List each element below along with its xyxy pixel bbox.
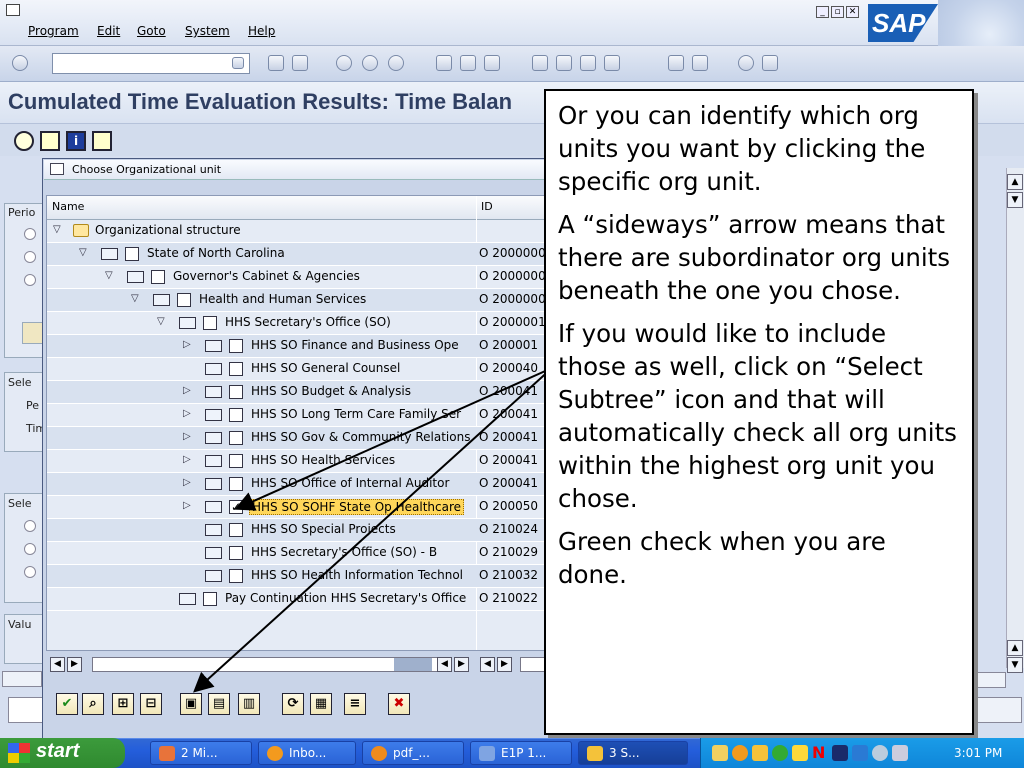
clock-tray-icon[interactable]: [732, 745, 748, 761]
arrow-to-subtree-button: [193, 367, 553, 693]
outlook-icon: [159, 746, 175, 761]
callout-paragraph-3: If you would like to include those as we…: [558, 319, 957, 513]
media-tray-icon[interactable]: [832, 745, 848, 761]
folder-group-icon: [587, 746, 603, 761]
sap-gui-icon: [479, 746, 495, 761]
volume-tray-icon[interactable]: [872, 745, 888, 761]
taskbar-clock: 3:01 PM: [954, 746, 1003, 760]
n-tray-icon[interactable]: N: [812, 745, 828, 761]
callout-paragraph-2: A “sideways” arrow means that there are …: [558, 210, 951, 305]
task-pdf[interactable]: pdf_...: [362, 741, 464, 765]
mail-tray-icon[interactable]: [712, 745, 728, 761]
printer-tray-icon[interactable]: [892, 745, 908, 761]
task-sessions[interactable]: 3 S...: [578, 741, 688, 765]
monitor-tray-icon[interactable]: [852, 745, 868, 761]
task-outlook[interactable]: 2 Mi...: [150, 741, 252, 765]
callout-paragraph-1: Or you can identify which org units you …: [558, 101, 926, 196]
inbox-icon: [267, 746, 283, 761]
instruction-callout: Or you can identify which org units you …: [544, 89, 974, 735]
arrow-to-checked-row: [234, 367, 553, 511]
browser-icon: [371, 746, 387, 761]
windows-flag-icon: [8, 743, 30, 763]
task-inbox[interactable]: Inbo...: [258, 741, 356, 765]
pencil-tray-icon[interactable]: [792, 745, 808, 761]
folder-tray-icon[interactable]: [752, 745, 768, 761]
task-sap[interactable]: E1P 1...: [470, 741, 572, 765]
callout-paragraph-4: Green check when you are done.: [558, 527, 886, 589]
network-tray-icon[interactable]: [772, 745, 788, 761]
